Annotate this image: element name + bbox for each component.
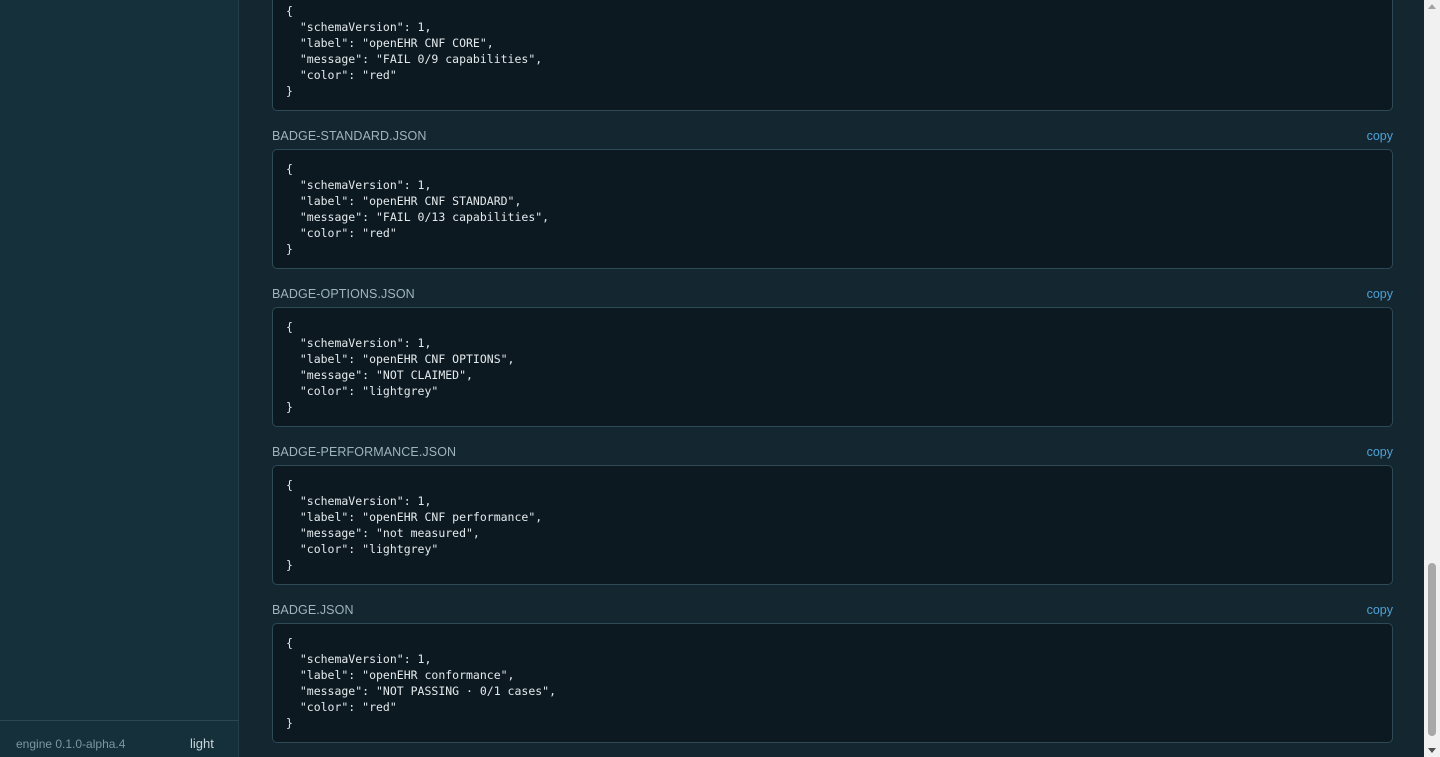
file-label-badge: BADGE.JSON bbox=[272, 603, 354, 617]
copy-button-badge-standard[interactable]: copy bbox=[1367, 129, 1393, 143]
theme-toggle-button[interactable]: light bbox=[190, 736, 214, 751]
copy-button-badge-options[interactable]: copy bbox=[1367, 287, 1393, 301]
code-content: { "schemaVersion": 1, "label": "openEHR … bbox=[286, 162, 550, 256]
copy-button-badge[interactable]: copy bbox=[1367, 603, 1393, 617]
scroll-up-arrow-icon[interactable] bbox=[1428, 4, 1436, 9]
sidebar: engine 0.1.0-alpha.4 light bbox=[0, 0, 239, 757]
code-content: { "schemaVersion": 1, "label": "openEHR … bbox=[286, 478, 543, 572]
code-block-badge-options: { "schemaVersion": 1, "label": "openEHR … bbox=[272, 307, 1393, 427]
code-content: { "schemaVersion": 1, "label": "openEHR … bbox=[286, 4, 543, 98]
scroll-down-arrow-icon[interactable] bbox=[1428, 748, 1436, 753]
main-content: { "schemaVersion": 1, "label": "openEHR … bbox=[240, 0, 1424, 757]
copy-button-badge-performance[interactable]: copy bbox=[1367, 445, 1393, 459]
file-label-badge-standard: BADGE-STANDARD.JSON bbox=[272, 129, 427, 143]
vertical-scrollbar[interactable] bbox=[1424, 0, 1440, 757]
code-block-badge-performance: { "schemaVersion": 1, "label": "openEHR … bbox=[272, 465, 1393, 585]
engine-version: engine 0.1.0-alpha.4 bbox=[16, 737, 126, 751]
file-label-badge-performance: BADGE-PERFORMANCE.JSON bbox=[272, 445, 457, 459]
code-content: { "schemaVersion": 1, "label": "openEHR … bbox=[286, 320, 515, 414]
code-content: { "schemaVersion": 1, "label": "openEHR … bbox=[286, 636, 557, 730]
code-block-badge: { "schemaVersion": 1, "label": "openEHR … bbox=[272, 623, 1393, 743]
code-block-badge-core: { "schemaVersion": 1, "label": "openEHR … bbox=[272, 0, 1393, 111]
file-label-badge-options: BADGE-OPTIONS.JSON bbox=[272, 287, 415, 301]
scrollbar-thumb[interactable] bbox=[1428, 563, 1436, 736]
sidebar-footer: engine 0.1.0-alpha.4 light bbox=[0, 720, 239, 757]
code-block-badge-standard: { "schemaVersion": 1, "label": "openEHR … bbox=[272, 149, 1393, 269]
